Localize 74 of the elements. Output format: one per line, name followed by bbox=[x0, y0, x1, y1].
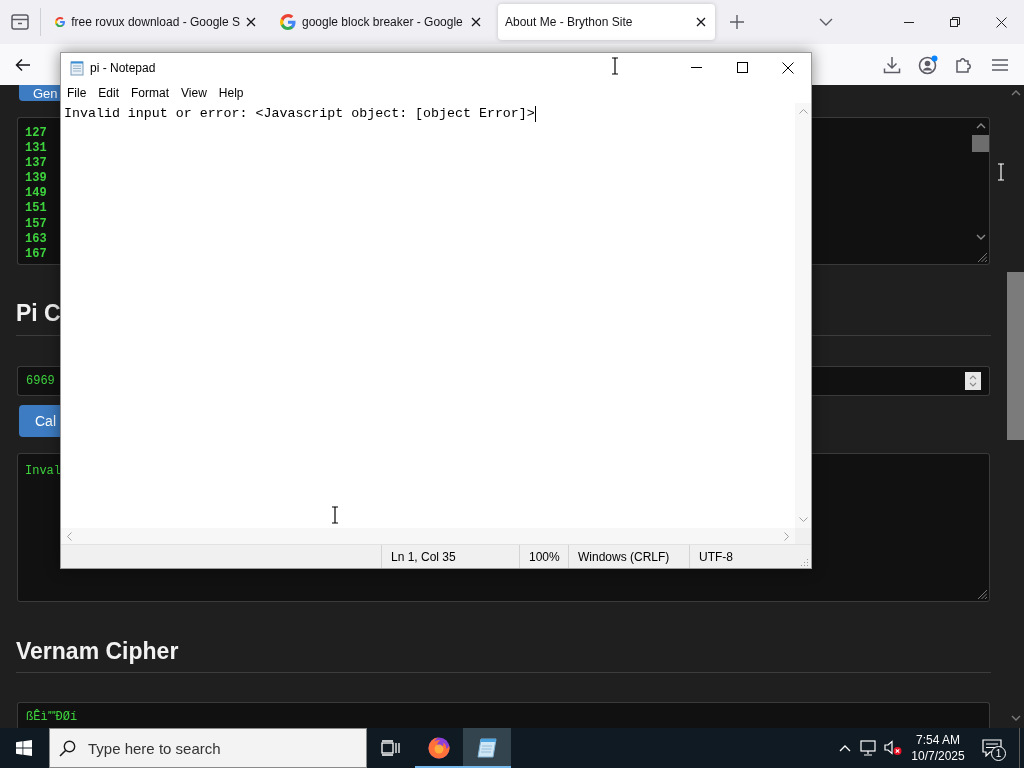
minimize-icon[interactable] bbox=[904, 21, 914, 23]
text-cursor-icon bbox=[611, 57, 619, 75]
menu-item[interactable]: Edit bbox=[92, 82, 126, 103]
menu-item[interactable]: File bbox=[61, 82, 93, 103]
puzzle-icon[interactable] bbox=[955, 55, 973, 74]
g-logo-icon bbox=[280, 14, 296, 30]
scroll-down-icon[interactable] bbox=[1010, 715, 1021, 721]
tray-icon[interactable] bbox=[11, 14, 29, 30]
menu-item[interactable]: View bbox=[175, 82, 213, 103]
search-icon bbox=[59, 740, 76, 757]
chevron-up-icon[interactable] bbox=[839, 744, 851, 752]
windows-logo-icon[interactable] bbox=[16, 740, 32, 756]
close-icon[interactable] bbox=[246, 17, 256, 27]
plus-icon[interactable] bbox=[730, 15, 744, 29]
spinner-icon[interactable] bbox=[965, 372, 981, 390]
scrollbar-thumb[interactable] bbox=[972, 135, 989, 152]
scroll-up-icon[interactable] bbox=[1010, 90, 1021, 96]
section-heading: Vernam Cipher bbox=[16, 637, 179, 665]
encoding: UTF-8 bbox=[699, 549, 733, 564]
scroll-down-icon[interactable] bbox=[975, 234, 986, 240]
account-icon[interactable] bbox=[918, 54, 938, 75]
cursor-position: Ln 1, Col 35 bbox=[391, 549, 456, 564]
calculate-button[interactable]: Cal bbox=[19, 405, 60, 437]
line-ending: Windows (CRLF) bbox=[578, 549, 670, 564]
notification-count: 1 bbox=[991, 746, 1006, 761]
task-view-icon[interactable] bbox=[381, 740, 401, 756]
maximize-icon[interactable] bbox=[736, 62, 748, 73]
editor-text: Invalid input or error: <Javascript object: [object Error]> bbox=[64, 105, 535, 122]
window-title: pi - Notepad bbox=[90, 60, 156, 75]
output-textarea[interactable]: 127 131 137 139 149 151 157 163 167 bbox=[17, 117, 60, 265]
input-value: 6969 bbox=[26, 374, 55, 388]
search-field[interactable]: Type here to search bbox=[49, 728, 367, 768]
text-editor[interactable]: Invalid input or error: <Javascript object: [object Error]> bbox=[61, 103, 795, 528]
zoom-level: 100% bbox=[529, 549, 560, 564]
text-cursor-icon bbox=[997, 163, 1005, 181]
resize-grip-icon[interactable] bbox=[977, 252, 987, 262]
text-cursor-icon bbox=[331, 506, 339, 524]
number-input[interactable]: 6969 bbox=[17, 366, 60, 396]
close-icon[interactable] bbox=[782, 61, 794, 74]
back-arrow-icon[interactable] bbox=[15, 57, 31, 72]
chevron-down-icon[interactable] bbox=[819, 18, 833, 26]
resize-grip-icon[interactable] bbox=[977, 589, 987, 599]
minimize-icon[interactable] bbox=[690, 67, 702, 68]
speaker-muted-icon[interactable] bbox=[884, 740, 902, 756]
menu-item[interactable]: Format bbox=[125, 82, 176, 103]
notepad-icon[interactable] bbox=[475, 736, 499, 760]
taskbar-app-button[interactable] bbox=[463, 728, 511, 768]
number-input[interactable] bbox=[812, 366, 990, 396]
input-value: ßÊìÐØí bbox=[26, 708, 78, 724]
browser-tab[interactable]: free rovux download - Google S bbox=[48, 4, 265, 40]
speech-bubble-icon[interactable] bbox=[982, 739, 1002, 757]
resize-grip-icon[interactable] bbox=[801, 558, 809, 566]
close-icon[interactable] bbox=[995, 16, 1007, 28]
text-input[interactable]: ßÊìÐØí bbox=[17, 702, 990, 728]
monitor-icon[interactable] bbox=[860, 740, 878, 756]
fox-globe-icon[interactable] bbox=[427, 736, 451, 760]
download-icon[interactable] bbox=[883, 55, 901, 74]
restore-icon[interactable] bbox=[950, 17, 960, 27]
section-heading: Pi C bbox=[16, 299, 61, 327]
action-center-button[interactable]: 1 bbox=[974, 728, 1010, 768]
menu-item[interactable]: Help bbox=[212, 82, 250, 103]
text-caret-icon bbox=[534, 106, 536, 122]
close-icon[interactable] bbox=[471, 17, 481, 27]
scrollbar-thumb[interactable] bbox=[1007, 272, 1024, 440]
browser-tab[interactable]: google block breaker - Google bbox=[273, 4, 490, 40]
result-text: Inval bbox=[25, 464, 61, 478]
menu-icon[interactable] bbox=[992, 58, 1008, 71]
g-logo-icon bbox=[55, 14, 66, 30]
page-button[interactable]: Gen bbox=[19, 85, 60, 101]
notepad-icon bbox=[70, 59, 84, 76]
clock-button[interactable]: 7:54 AM 10/7/2025 bbox=[907, 728, 969, 768]
scroll-up-icon[interactable] bbox=[975, 123, 986, 129]
close-icon[interactable] bbox=[696, 17, 706, 27]
browser-tab[interactable]: About Me - Brython Site bbox=[498, 4, 715, 40]
